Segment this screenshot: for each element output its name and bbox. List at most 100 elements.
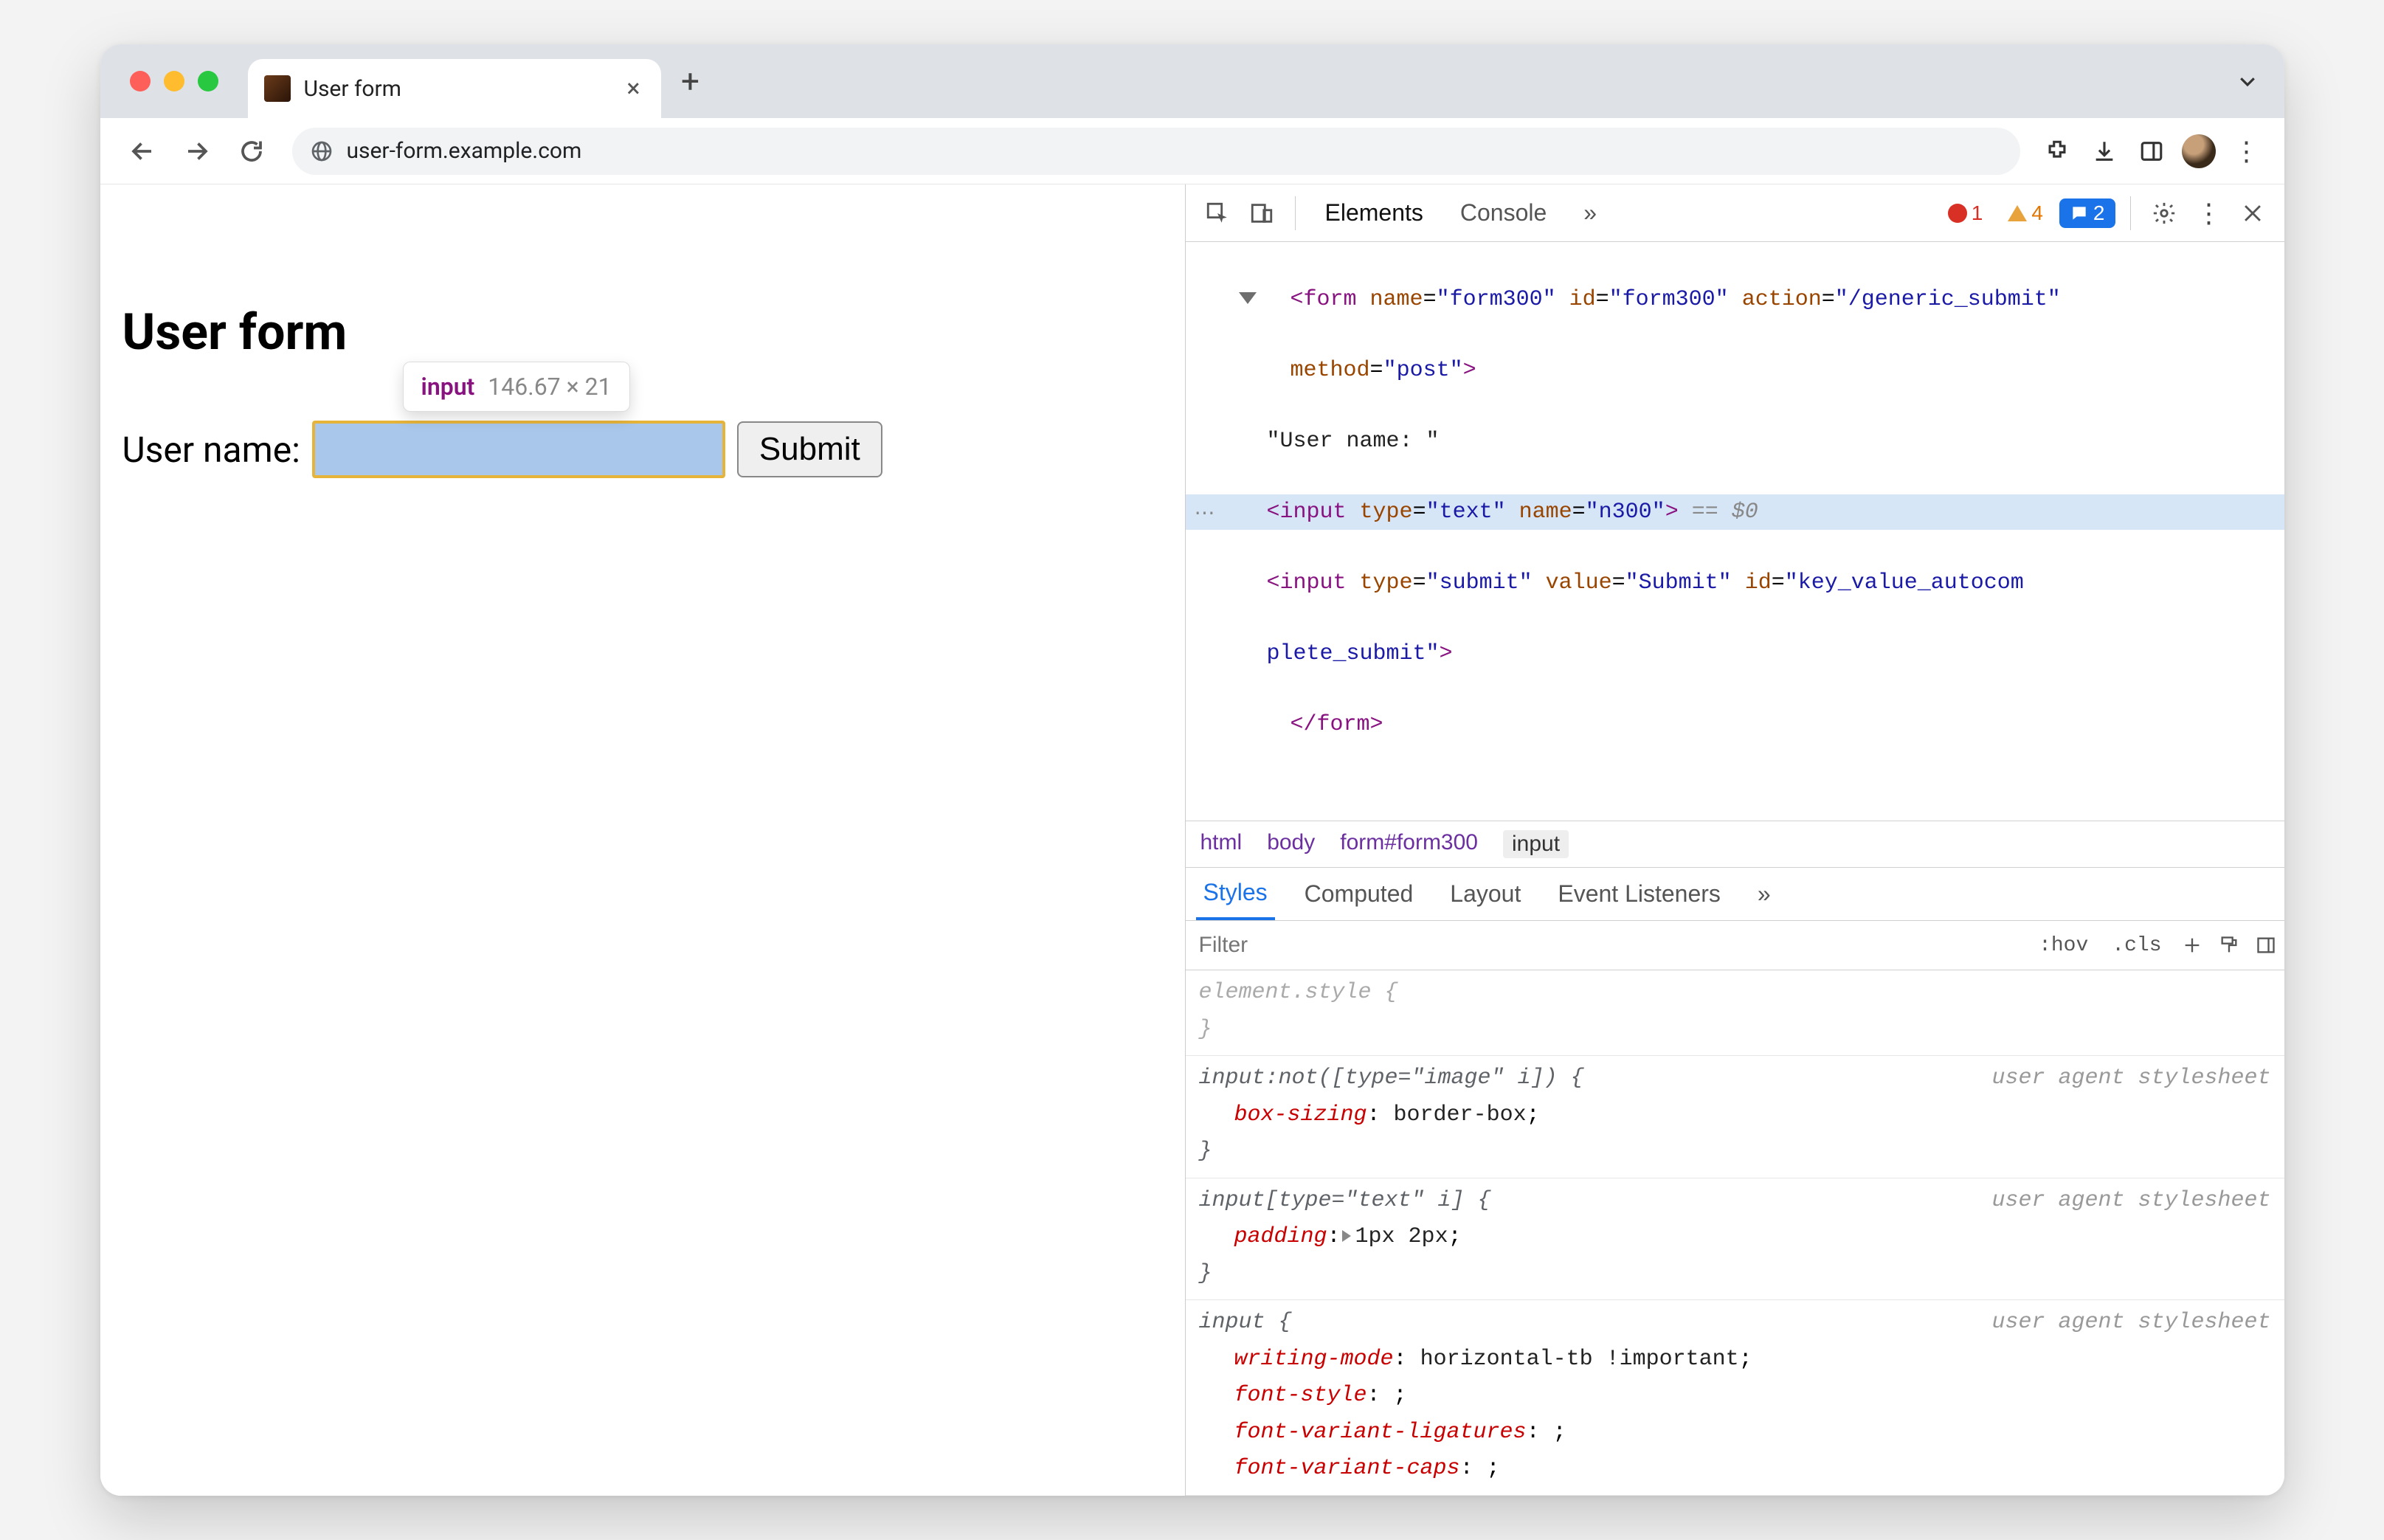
ellipsis-icon[interactable]: ⋯ [1195, 499, 1215, 532]
nav-forward-button[interactable] [173, 127, 221, 176]
crumb-form[interactable]: form#form300 [1340, 830, 1478, 858]
page-pane: input 146.67 × 21 User form User name: S… [100, 184, 1185, 1496]
nav-back-button[interactable] [118, 127, 167, 176]
url-text: user-form.example.com [347, 138, 582, 164]
arrow-right-icon [184, 138, 210, 165]
css-prop[interactable]: font-variant-ligatures: ; [1199, 1415, 2271, 1451]
errors-badge[interactable]: 1 [1939, 198, 1992, 228]
device-icon [1249, 201, 1274, 226]
window-minimize-dot[interactable] [164, 71, 184, 91]
hov-toggle[interactable]: :hov [2027, 934, 2100, 957]
rule-input-not-image[interactable]: user agent stylesheet input:not([type="i… [1186, 1056, 2284, 1178]
kebab-icon: ⋮ [2233, 136, 2259, 167]
css-prop[interactable]: writing-mode: horizontal-tb !important; [1199, 1342, 2271, 1378]
warnings-badge[interactable]: 4 [1999, 198, 2052, 228]
address-bar[interactable]: user-form.example.com [292, 128, 2020, 175]
rule-origin: user agent stylesheet [1991, 1305, 2270, 1342]
avatar-icon [2182, 134, 2216, 168]
subtab-computed[interactable]: Computed [1297, 868, 1421, 920]
divider [2130, 196, 2131, 230]
tabs-dropdown-button[interactable] [2225, 59, 2270, 103]
device-toolbar-button[interactable] [1243, 195, 1280, 232]
css-prop[interactable]: box-sizing: border-box; [1199, 1097, 2271, 1134]
devtools-panel: Elements Console » 1 4 2 [1185, 184, 2284, 1496]
form-label: User name: [122, 429, 300, 471]
inspect-tooltip-tag: input [421, 373, 475, 401]
crumb-body[interactable]: body [1267, 830, 1315, 858]
crumb-html[interactable]: html [1200, 830, 1243, 858]
globe-icon [310, 139, 334, 163]
toggle-panel-button[interactable] [2247, 935, 2284, 956]
css-prop[interactable]: font-variant-caps: ; [1199, 1451, 2271, 1488]
css-prop[interactable]: font-style: ; [1199, 1378, 2271, 1415]
puzzle-icon [2045, 139, 2070, 164]
subtab-styles[interactable]: Styles [1196, 868, 1275, 920]
download-icon [2092, 139, 2117, 164]
rule-element-style[interactable]: element.style { } [1186, 970, 2284, 1056]
dom-node-submit-2[interactable]: plete_submit"> [1186, 636, 2284, 671]
rule-origin: user agent stylesheet [1991, 1060, 2270, 1097]
form-row: User name: Submit [122, 421, 1163, 478]
page-title: User form [122, 303, 1163, 362]
inspect-tooltip: input 146.67 × 21 [403, 362, 630, 412]
dom-node-submit[interactable]: <input type="submit" value="Submit" id="… [1186, 565, 2284, 601]
crumb-input[interactable]: input [1503, 830, 1569, 858]
devtools-close-button[interactable] [2234, 195, 2271, 232]
styles-subtabs: Styles Computed Layout Event Listeners » [1186, 867, 2284, 920]
css-prop[interactable]: padding:1px 2px; [1199, 1219, 2271, 1256]
rule-input[interactable]: user agent stylesheet input { writing-mo… [1186, 1300, 2284, 1496]
subtab-layout[interactable]: Layout [1443, 868, 1528, 920]
tab-close-icon[interactable]: × [626, 76, 640, 101]
dom-breadcrumb: html body form#form300 input [1186, 821, 2284, 867]
new-tab-button[interactable]: + [668, 59, 713, 103]
subtab-overflow[interactable]: » [1750, 868, 1778, 920]
dom-node-text[interactable]: "User name: " [1186, 424, 2284, 459]
tab-overflow[interactable]: » [1569, 184, 1611, 241]
dom-node-form-close[interactable]: </form> [1186, 707, 2284, 742]
issues-icon [2070, 204, 2089, 223]
paint-format-button[interactable] [2211, 935, 2247, 956]
tab-elements[interactable]: Elements [1310, 184, 1438, 241]
inspect-element-button[interactable] [1199, 195, 1236, 232]
cls-toggle[interactable]: .cls [2100, 934, 2173, 957]
arrow-left-icon [129, 138, 156, 165]
profile-button[interactable] [2178, 131, 2219, 172]
browser-window: User form × + user-f [100, 44, 2284, 1496]
devtools-menu-button[interactable]: ⋮ [2190, 195, 2227, 232]
plus-icon [2182, 935, 2202, 956]
styles-filter-input[interactable] [1186, 921, 2028, 970]
disclosure-triangle-icon[interactable] [1239, 292, 1257, 304]
issues-badge[interactable]: 2 [2059, 198, 2115, 228]
chrome-menu-button[interactable]: ⋮ [2225, 131, 2267, 172]
extensions-button[interactable] [2036, 131, 2078, 172]
styles-rules: element.style { } user agent stylesheet … [1186, 970, 2284, 1496]
username-input[interactable] [312, 421, 725, 478]
side-panel-button[interactable] [2131, 131, 2172, 172]
devtools-settings-button[interactable] [2146, 195, 2183, 232]
tab-console[interactable]: Console [1445, 184, 1561, 241]
subtab-event-listeners[interactable]: Event Listeners [1550, 868, 1728, 920]
dom-node-form-open[interactable]: <form name="form300" id="form300" action… [1186, 282, 2284, 317]
new-style-rule-button[interactable] [2174, 935, 2211, 956]
downloads-button[interactable] [2084, 131, 2125, 172]
styles-filter-row: :hov .cls [1186, 920, 2284, 970]
toolbar: user-form.example.com ⋮ [100, 118, 2284, 184]
paint-icon [2219, 935, 2239, 956]
dom-node-selected-input[interactable]: ⋯<input type="text" name="n300"> == $0 [1186, 494, 2284, 530]
window-close-dot[interactable] [130, 71, 151, 91]
reload-button[interactable] [227, 127, 276, 176]
devtools-topbar: Elements Console » 1 4 2 [1186, 184, 2284, 242]
submit-button[interactable]: Submit [737, 421, 882, 477]
gear-icon [2152, 201, 2177, 226]
expand-triangle-icon[interactable] [1342, 1230, 1351, 1242]
dom-tree[interactable]: <form name="form300" id="form300" action… [1186, 242, 2284, 821]
dom-node-form-open-2[interactable]: method="post"> [1186, 353, 2284, 388]
issues-count: 2 [2093, 201, 2105, 225]
browser-tab[interactable]: User form × [248, 59, 661, 118]
warnings-count: 4 [2031, 201, 2043, 225]
kebab-icon: ⋮ [2196, 198, 2221, 229]
content-area: input 146.67 × 21 User form User name: S… [100, 184, 2284, 1496]
window-zoom-dot[interactable] [198, 71, 218, 91]
error-dot-icon [1948, 204, 1967, 223]
rule-input-text[interactable]: user agent stylesheet input[type="text" … [1186, 1178, 2284, 1301]
